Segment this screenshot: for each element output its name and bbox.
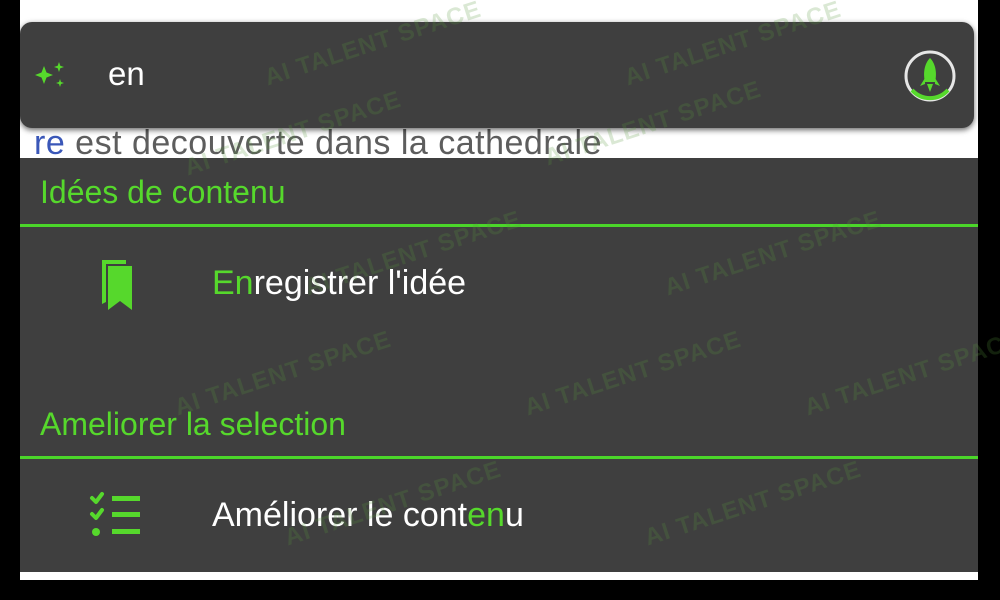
section-header-label: Idées de contenu	[40, 174, 286, 210]
section-header-content-ideas: Idées de contenu	[20, 158, 978, 227]
menu-item-label: Enregistrer l'idée	[212, 264, 466, 303]
screen: re est decouverte dans la cathedrale Idé…	[0, 0, 1000, 600]
command-bar	[20, 22, 974, 128]
match-highlight: En	[212, 264, 254, 302]
sparkle-icon	[35, 62, 64, 87]
suggestion-menu: Idées de contenu Enregistrer l'idée Amel…	[20, 158, 978, 572]
menu-item-improve-content[interactable]: Améliorer le contenu	[20, 460, 978, 570]
document-text: re est decouverte dans la cathedrale	[34, 123, 602, 163]
document-link-text[interactable]: re	[34, 124, 65, 162]
label-after: u	[504, 496, 524, 534]
document-text-rest: est decouverte dans la cathedrale	[65, 124, 603, 162]
label-rest: registrer l'idée	[253, 264, 467, 302]
label-before: Améliorer le cont	[212, 496, 468, 534]
section-header-improve-selection: Ameliorer la selection	[20, 390, 978, 459]
section-header-label: Ameliorer la selection	[40, 406, 346, 442]
menu-item-label: Améliorer le contenu	[212, 496, 524, 535]
menu-item-save-idea[interactable]: Enregistrer l'idée	[20, 228, 978, 338]
checklist-icon	[90, 492, 140, 536]
rocket-icon	[904, 50, 956, 102]
match-highlight: en	[467, 496, 505, 534]
command-input[interactable]	[108, 46, 868, 102]
rocket-button[interactable]	[902, 48, 958, 104]
bookmark-icon	[102, 260, 132, 310]
